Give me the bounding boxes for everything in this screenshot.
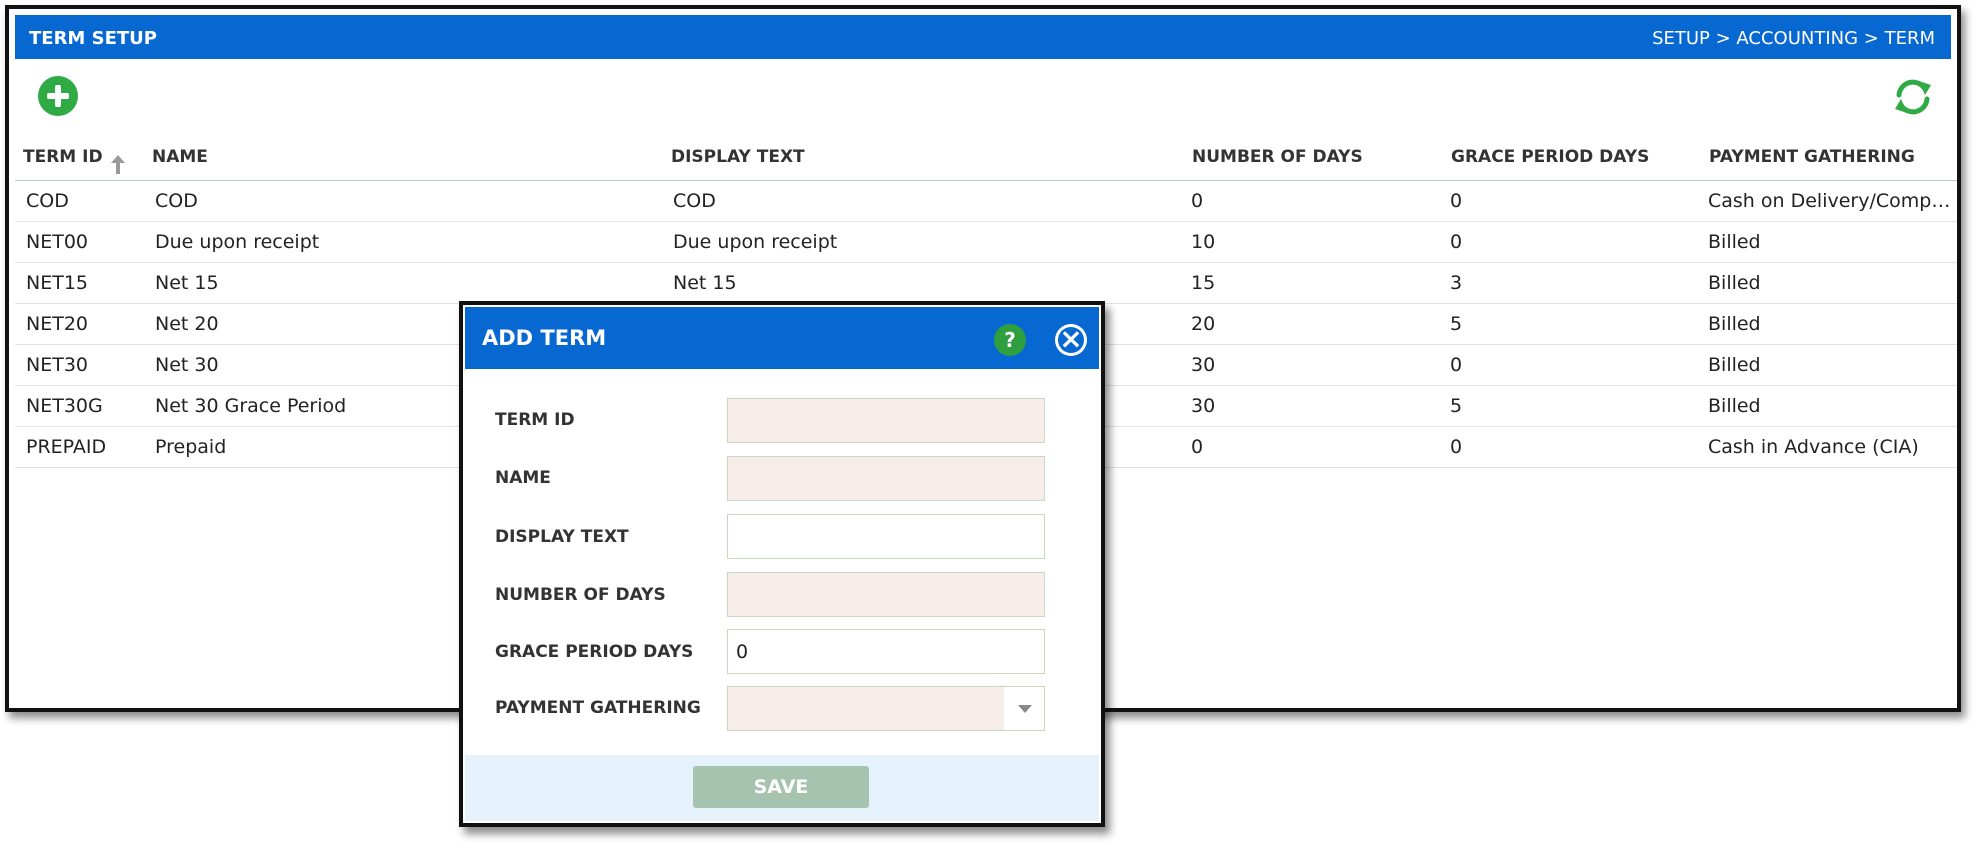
page-title: TERM SETUP xyxy=(29,28,157,49)
payment-gathering-label: PAYMENT GATHERING xyxy=(495,698,701,718)
save-button[interactable]: SAVE xyxy=(693,766,869,808)
term-id-label: TERM ID xyxy=(495,410,575,430)
cell-payment-gathering: Cash on Delivery/Compl... xyxy=(1708,190,1951,212)
cell-number-of-days: 30 xyxy=(1191,395,1216,417)
name-field[interactable] xyxy=(727,456,1045,501)
display-text-field[interactable] xyxy=(727,514,1045,559)
column-header-term-id[interactable]: TERM ID xyxy=(23,147,125,174)
dialog-title: ADD TERM xyxy=(482,326,607,350)
cell-number-of-days: 0 xyxy=(1191,436,1204,458)
table-header: TERM ID NAME DISPLAY TEXT NUMBER OF DAYS… xyxy=(15,139,1957,181)
cell-number-of-days: 15 xyxy=(1191,272,1216,294)
dialog-header: ADD TERM ? xyxy=(465,307,1099,369)
cell-name: Net 30 xyxy=(155,354,219,376)
column-header-display-text[interactable]: DISPLAY TEXT xyxy=(671,147,805,167)
cell-grace-period-days: 0 xyxy=(1450,231,1463,253)
sort-up-icon[interactable] xyxy=(110,155,125,174)
cell-term-id: PREPAID xyxy=(26,436,107,458)
cell-grace-period-days: 3 xyxy=(1450,272,1463,294)
cell-term-id: NET15 xyxy=(26,272,89,294)
breadcrumb: SETUP > ACCOUNTING > TERM xyxy=(1652,28,1935,49)
cell-grace-period-days: 0 xyxy=(1450,190,1463,212)
number-of-days-field[interactable] xyxy=(727,572,1045,617)
cell-payment-gathering: Cash in Advance (CIA) xyxy=(1708,436,1919,458)
cell-grace-period-days: 5 xyxy=(1450,313,1463,335)
column-header-payment-gathering[interactable]: PAYMENT GATHERING xyxy=(1709,147,1915,167)
cell-payment-gathering: Billed xyxy=(1708,395,1761,417)
column-header-grace-period-days[interactable]: GRACE PERIOD DAYS xyxy=(1451,147,1649,167)
term-id-field[interactable] xyxy=(727,398,1045,443)
column-header-number-of-days[interactable]: NUMBER OF DAYS xyxy=(1192,147,1363,167)
cell-payment-gathering: Billed xyxy=(1708,354,1761,376)
cell-number-of-days: 20 xyxy=(1191,313,1216,335)
close-icon[interactable] xyxy=(1055,322,1087,356)
cell-payment-gathering: Billed xyxy=(1708,272,1761,294)
add-term-dialog: ADD TERM ? TERM ID NAME DISPLAY TEXT NUM… xyxy=(459,301,1105,827)
cell-payment-gathering: Billed xyxy=(1708,231,1761,253)
help-icon[interactable]: ? xyxy=(994,324,1026,356)
cell-name: COD xyxy=(155,190,198,212)
cell-display-text: Net 15 xyxy=(673,272,737,294)
refresh-icon xyxy=(1895,79,1931,115)
table-row[interactable]: NET15 Net 15 Net 15 15 3 Billed xyxy=(15,263,1957,304)
column-header-label: TERM ID xyxy=(23,147,103,167)
grace-period-days-label: GRACE PERIOD DAYS xyxy=(495,642,694,662)
cell-grace-period-days: 5 xyxy=(1450,395,1463,417)
cell-number-of-days: 10 xyxy=(1191,231,1216,253)
cell-name: Due upon receipt xyxy=(155,231,320,253)
cell-name: Prepaid xyxy=(155,436,227,458)
cell-display-text: Due upon receipt xyxy=(673,231,838,253)
cell-name: Net 20 xyxy=(155,313,219,335)
cell-term-id: COD xyxy=(26,190,69,212)
cell-term-id: NET00 xyxy=(26,231,89,253)
table-row[interactable]: COD COD COD 0 0 Cash on Delivery/Compl..… xyxy=(15,181,1957,222)
cell-grace-period-days: 0 xyxy=(1450,354,1463,376)
cell-payment-gathering: Billed xyxy=(1708,313,1761,335)
cell-name: Net 30 Grace Period xyxy=(155,395,347,417)
chevron-down-icon[interactable] xyxy=(1004,687,1044,730)
cell-display-text: COD xyxy=(673,190,716,212)
column-header-name[interactable]: NAME xyxy=(152,147,208,167)
title-bar: TERM SETUP SETUP > ACCOUNTING > TERM xyxy=(15,15,1951,59)
cell-term-id: NET30G xyxy=(26,395,103,417)
number-of-days-label: NUMBER OF DAYS xyxy=(495,585,666,605)
cell-name: Net 15 xyxy=(155,272,219,294)
table-row[interactable]: NET00 Due upon receipt Due upon receipt … xyxy=(15,222,1957,263)
cell-number-of-days: 30 xyxy=(1191,354,1216,376)
payment-gathering-select[interactable] xyxy=(727,686,1045,731)
name-label: NAME xyxy=(495,468,551,488)
grace-period-days-field[interactable] xyxy=(727,629,1045,674)
cell-grace-period-days: 0 xyxy=(1450,436,1463,458)
cell-number-of-days: 0 xyxy=(1191,190,1204,212)
display-text-label: DISPLAY TEXT xyxy=(495,527,629,547)
cell-term-id: NET30 xyxy=(26,354,89,376)
cell-term-id: NET20 xyxy=(26,313,89,335)
dialog-footer: SAVE xyxy=(465,755,1099,821)
add-term-button[interactable] xyxy=(38,76,78,116)
refresh-button[interactable] xyxy=(1891,75,1935,119)
